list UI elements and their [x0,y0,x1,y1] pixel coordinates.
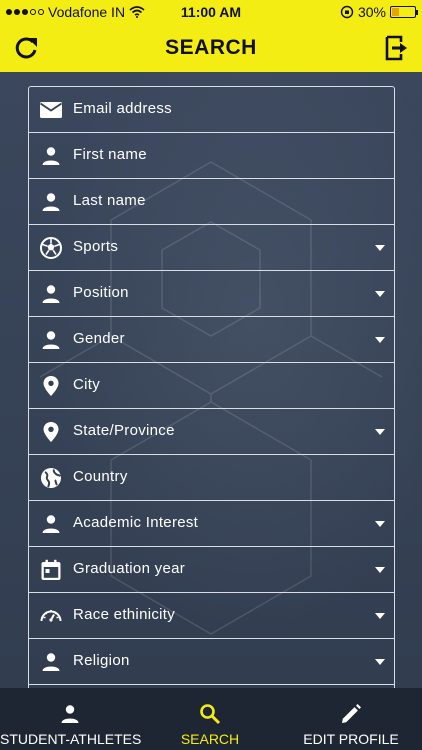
form-field-email-address[interactable]: Email address [29,87,394,133]
bottom-tab-bar: STUDENT-ATHLETES SEARCH EDIT PROFILE [0,688,422,750]
battery-percent: 30% [357,4,386,20]
field-placeholder: Academic Interest [73,514,199,531]
form-field-city[interactable]: City [29,363,394,409]
form-field-position[interactable]: Position [29,271,394,317]
field-placeholder: Last name [73,192,146,209]
field-placeholder: First name [73,146,147,163]
field-placeholder: City [73,376,101,393]
dropdown-caret-icon[interactable] [375,291,385,297]
dropdown-caret-icon[interactable] [375,613,385,619]
location-pin-icon [39,374,63,398]
status-bar: Vodafone IN 11:00 AM 30% [0,0,422,24]
person-icon [39,144,63,168]
search-icon [200,704,221,725]
tab-label: STUDENT-ATHLETES [0,731,142,747]
location-pin-icon [39,420,63,444]
field-placeholder: Race ethinicity [73,606,176,623]
tab-edit-profile[interactable]: EDIT PROFILE [280,688,422,750]
person-icon [39,650,63,674]
form-field-first-name[interactable]: First name [29,133,394,179]
form-field-country[interactable]: Country [29,455,394,501]
form-field-last-name[interactable]: Last name [29,179,394,225]
field-placeholder: Gender [73,330,125,347]
form-field-religion[interactable]: Religion [29,639,394,685]
search-form: Email address First name Last name Sports Po… [28,86,395,688]
person-icon [39,328,63,352]
form-field-academic-interest[interactable]: Academic Interest [29,501,394,547]
person-icon [39,190,63,214]
field-placeholder: Religion [73,652,130,669]
person-icon [61,705,79,723]
field-placeholder: Country [73,468,128,485]
form-field-graduation-year[interactable]: Graduation year [29,547,394,593]
battery-icon [390,6,418,18]
tab-label: SEARCH [180,731,240,747]
dropdown-caret-icon[interactable] [375,567,385,573]
dropdown-caret-icon[interactable] [375,659,385,665]
form-field-gender[interactable]: Gender [29,317,394,363]
field-placeholder: Email address [73,100,172,117]
dropdown-caret-icon[interactable] [375,245,385,251]
field-placeholder: Position [73,284,129,301]
tab-search[interactable]: SEARCH [140,688,280,750]
field-placeholder: State/Province [73,422,175,439]
form-field-state-province[interactable]: State/Province [29,409,394,455]
tab-label: EDIT PROFILE [303,731,399,747]
globe-icon [39,466,63,490]
speedometer-icon [39,604,63,628]
orientation-lock-icon [340,5,354,19]
dropdown-caret-icon[interactable] [375,337,385,343]
field-placeholder: Graduation year [73,560,186,577]
person-icon [39,512,63,536]
dropdown-caret-icon[interactable] [375,429,385,435]
soccer-ball-icon [39,236,63,260]
logout-icon[interactable] [382,34,410,62]
calendar-icon [39,558,63,582]
dropdown-caret-icon[interactable] [375,521,385,527]
status-right: 30% [340,4,418,20]
page-title: SEARCH [165,36,257,59]
person-icon [39,282,63,306]
tab-student-athletes[interactable]: STUDENT-ATHLETES [0,688,142,750]
form-field-race-ethinicity[interactable]: Race ethinicity [29,593,394,639]
header-bar: SEARCH [0,24,422,72]
email-icon [39,98,63,122]
pencil-icon [342,704,361,723]
form-field-sports[interactable]: Sports [29,225,394,271]
field-placeholder: Sports [73,238,119,255]
